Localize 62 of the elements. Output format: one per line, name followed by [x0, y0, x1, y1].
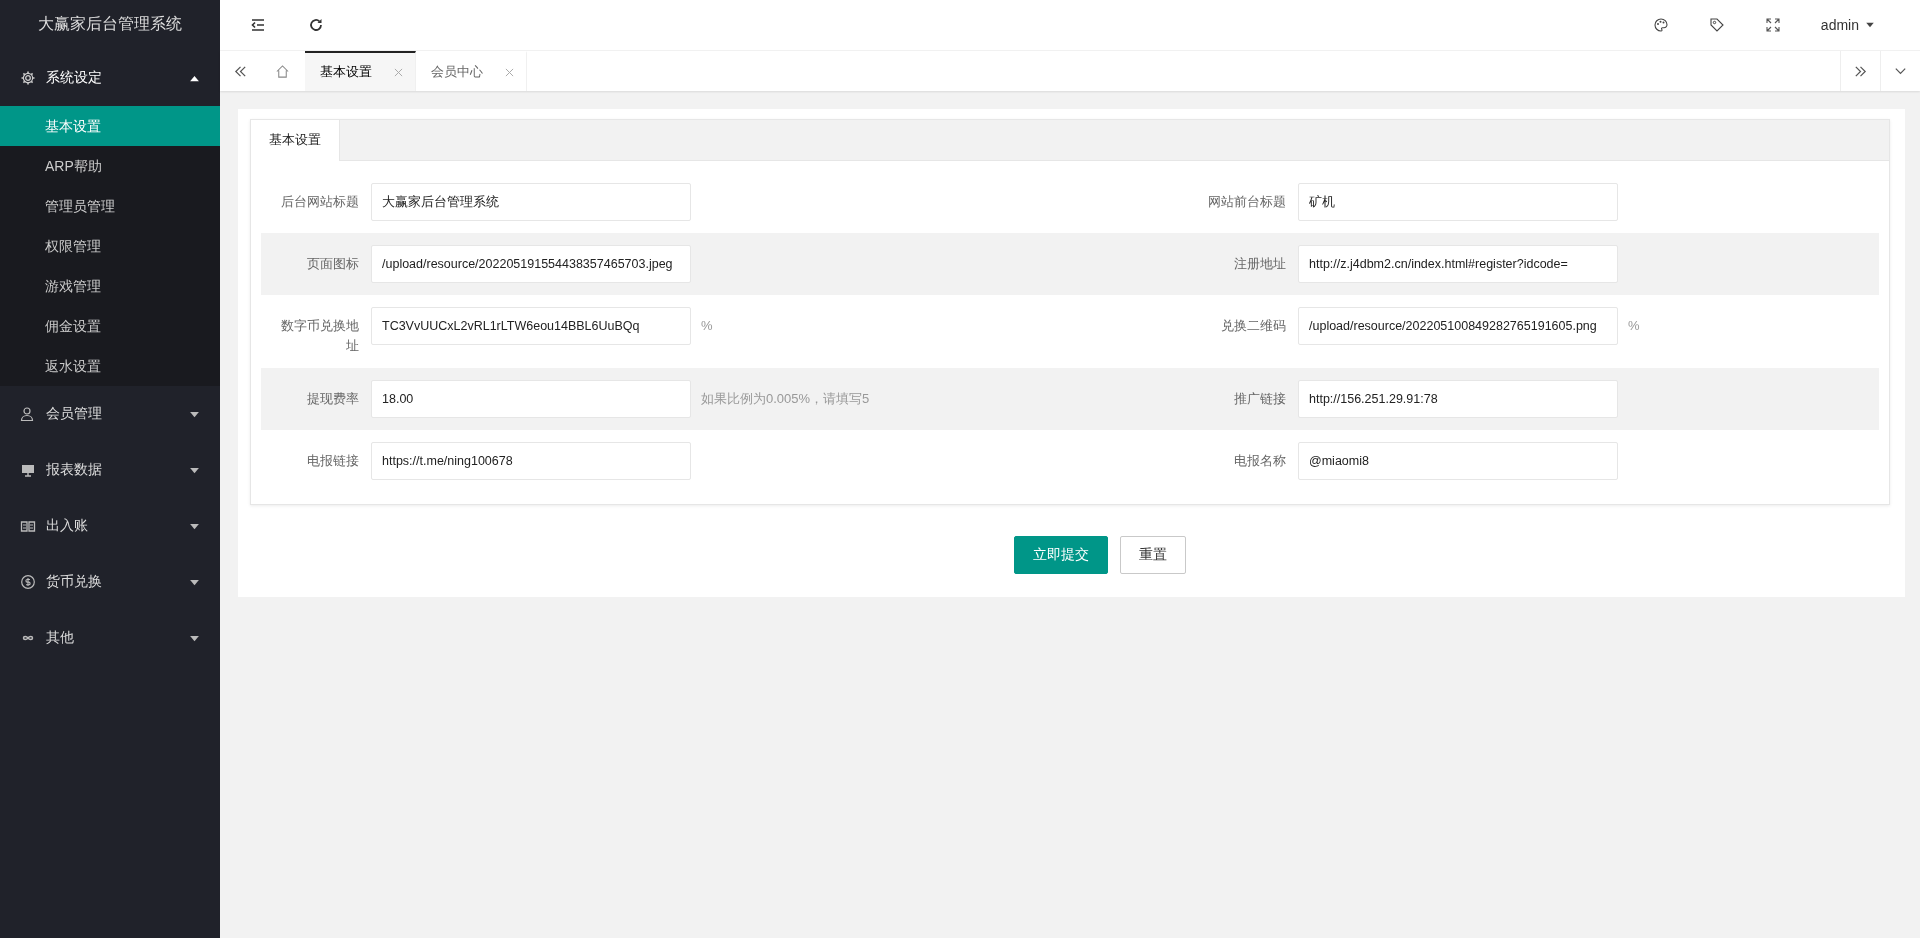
home-icon [275, 63, 290, 79]
sidebar-subitem[interactable]: 佣金设置 [0, 306, 220, 346]
input-field[interactable]: 矿机 [1298, 183, 1618, 221]
monitor-icon [20, 462, 36, 478]
reset-button[interactable]: 重置 [1120, 536, 1186, 574]
caret-down-icon [1865, 22, 1875, 28]
sidebar-subitem[interactable]: 返水设置 [0, 346, 220, 386]
sidebar-item[interactable]: 货币兑换 [0, 554, 220, 610]
sidebar-item[interactable]: 出入账 [0, 498, 220, 554]
input-field[interactable]: /upload/resource/202205100849282765191605.png [1298, 307, 1618, 345]
sidebar-item[interactable]: 报表数据 [0, 442, 220, 498]
tab-label: 会员中心 [431, 63, 483, 81]
input-field[interactable]: http://156.251.29.91:78 [1298, 380, 1618, 418]
card-tab[interactable]: 基本设置 [251, 120, 340, 161]
field-label: 提现费率 [306, 390, 360, 408]
unit-label: % [1628, 317, 1640, 335]
field-label: 电报链接 [306, 452, 360, 470]
tab-label: 基本设置 [320, 63, 372, 81]
field-label: 电报名称 [1233, 452, 1287, 470]
sidebar-subitem[interactable]: ARP帮助 [0, 146, 220, 186]
scroll-right-button[interactable] [1840, 51, 1880, 91]
tab-options-button[interactable] [1880, 51, 1920, 91]
input-field[interactable]: 18.00 [371, 380, 691, 418]
sidebar-item[interactable]: 系统设定 [0, 50, 220, 106]
field-label: 页面图标 [306, 255, 360, 273]
scroll-left-button[interactable] [220, 51, 260, 91]
field-label: 数字币兑换地址 [280, 317, 360, 355]
palette-icon[interactable] [1652, 17, 1669, 33]
input-field[interactable]: /upload/resource/202205191554438357465703.jpeg [371, 245, 691, 283]
dollar-coin-icon [20, 574, 36, 590]
tag-icon[interactable] [1708, 17, 1725, 33]
field-label: 兑换二维码 [1220, 317, 1287, 335]
field-label: 后台网站标题 [280, 193, 360, 211]
user-menu[interactable]: admin [1820, 17, 1875, 33]
unit-label: % [701, 317, 713, 335]
sidebar-item[interactable]: 会员管理 [0, 386, 220, 442]
gear-icon [20, 70, 36, 86]
home-tab[interactable] [260, 51, 305, 91]
field-label: 推广链接 [1233, 390, 1287, 408]
input-field[interactable]: 大赢家后台管理系统 [371, 183, 691, 221]
input-field[interactable]: @miaomi8 [1298, 442, 1618, 480]
page-tab[interactable]: 基本设置 [305, 51, 416, 91]
book-icon [20, 518, 36, 534]
page-tab[interactable]: 会员中心 [416, 51, 527, 91]
sidebar-subitem[interactable]: 基本设置 [0, 106, 220, 146]
user-icon [20, 406, 36, 422]
refresh-icon[interactable] [308, 17, 324, 33]
field-label: 注册地址 [1233, 255, 1287, 273]
input-field[interactable]: https://t.me/ning100678 [371, 442, 691, 480]
sidebar-subitem[interactable]: 游戏管理 [0, 266, 220, 306]
sidebar-item[interactable]: 其他 [0, 610, 220, 666]
input-field[interactable]: http://z.j4dbm2.cn/index.html#register?idcode= [1298, 245, 1618, 283]
sidebar-subitem[interactable]: 权限管理 [0, 226, 220, 266]
sidebar-subitem[interactable]: 管理员管理 [0, 186, 220, 226]
input-field[interactable]: TC3VvUUCxL2vRL1rLTW6eou14BBL6UuBQq [371, 307, 691, 345]
menu-icon[interactable] [250, 17, 266, 33]
close-icon[interactable] [394, 67, 403, 77]
field-label: 网站前台标题 [1207, 193, 1287, 211]
fullscreen-icon[interactable] [1764, 17, 1781, 33]
close-icon[interactable] [505, 67, 514, 77]
field-hint: 如果比例为0.005%，请填写5 [701, 390, 870, 408]
submit-button[interactable]: 立即提交 [1014, 536, 1108, 574]
